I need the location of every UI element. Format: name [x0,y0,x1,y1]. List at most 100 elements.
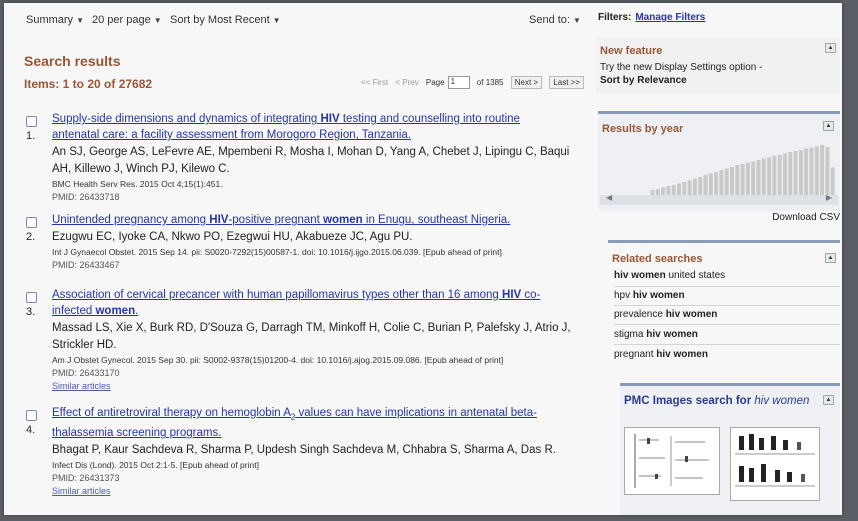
year-bar[interactable] [687,180,692,195]
pmc-image-thumbnail[interactable] [730,427,820,501]
result-pmid: PMID: 26433718 [52,192,120,202]
pubmed-page: Summary ▼ 20 per page ▼ Sort by Most Recen… [4,3,842,515]
divider [614,344,840,345]
divider [614,305,840,306]
send-to-dropdown[interactable]: Send to: ▼ [529,14,581,26]
result-pmid: PMID: 26433467 [52,260,120,270]
year-bar[interactable] [714,172,719,195]
page-label: Page [425,77,445,87]
similar-articles-link[interactable]: Similar articles [52,485,594,498]
year-bar[interactable] [735,165,740,195]
year-bar[interactable] [730,167,734,195]
year-bar[interactable] [666,186,671,195]
year-bar[interactable] [767,157,772,196]
histogram-scrollbar[interactable]: ◀ ▶ [600,193,838,205]
collapse-icon[interactable]: ▲ [825,43,836,53]
year-bar[interactable] [825,147,830,195]
year-histogram[interactable] [600,139,838,203]
year-bar[interactable] [777,155,782,195]
year-bar[interactable] [820,145,825,195]
summary-dropdown[interactable]: Summary ▼ [26,14,84,26]
result-pmid: PMID: 26433170 [52,368,120,378]
year-bar[interactable] [708,173,713,196]
year-bar[interactable] [692,178,697,196]
scroll-right-icon[interactable]: ▶ [826,193,832,202]
manage-filters-link[interactable]: Manage Filters [635,12,705,23]
result-pmid: PMID: 26431373 [52,473,120,484]
result-checkbox[interactable] [26,410,37,421]
year-bar[interactable] [756,160,761,195]
last-page-button[interactable]: Last >> [549,75,584,89]
result-authors: Bhagat P, Kaur Sachdeva R, Sharma P, Upd… [52,444,556,457]
result-checkbox[interactable] [26,217,37,228]
year-bar[interactable] [661,187,666,196]
first-page-link[interactable]: << First [361,78,388,87]
similar-articles-link[interactable]: Similar articles [52,380,594,393]
year-bar[interactable] [719,170,724,195]
result-journal: Int J Gynaecol Obstet. 2015 Sep 14. pii:… [52,247,502,257]
pagination: << First < Prev Page 1 of 1385 Next > Las… [356,75,584,89]
next-page-button[interactable]: Next > [510,75,543,89]
year-bar[interactable] [830,167,835,196]
year-bar[interactable] [772,156,777,195]
result-item: 4. Effect of antiretroviral therapy on h… [24,405,594,515]
result-title-link[interactable]: Effect of antiretroviral therapy on hemo… [52,405,594,441]
figure-thumbnail-graphic [634,434,709,488]
figure-thumbnail-graphic [735,434,815,487]
year-bar[interactable] [804,148,809,196]
year-bar[interactable] [740,164,745,195]
related-searches-title: Related searches [612,253,703,265]
related-search-link[interactable]: hiv women united states [614,270,725,281]
year-bar[interactable] [788,152,793,195]
new-feature-title: New feature [600,45,663,57]
result-number: 2. [26,231,36,243]
related-search-link[interactable]: hpv hiv women [614,290,685,301]
year-bar[interactable] [698,177,703,195]
collapse-icon[interactable]: ▲ [825,253,836,263]
year-bar[interactable] [751,161,756,196]
year-bar[interactable] [724,168,729,196]
pmc-image-thumbnail[interactable] [624,427,720,495]
result-title-link[interactable]: Association of cervical precancer with h… [52,287,594,319]
page-total: of 1385 [476,77,504,87]
related-search-link[interactable]: prevalence hiv women [614,309,717,320]
divider [614,324,840,325]
year-bar[interactable] [677,183,681,196]
portlet-header-bar [598,111,840,114]
year-bar[interactable] [745,162,750,196]
related-search-link[interactable]: pregnant hiv women [614,349,708,360]
portlet-header-bar [620,383,840,386]
year-bar[interactable] [761,158,766,196]
collapse-icon[interactable]: ▲ [823,395,834,405]
collapse-icon[interactable]: ▲ [823,121,834,131]
result-number: 4. [26,424,36,436]
sort-dropdown[interactable]: Sort by Most Recent ▼ [170,14,281,26]
result-checkbox[interactable] [26,116,37,127]
new-feature-text: Try the new Display Settings option - [600,62,763,73]
prev-page-link[interactable]: < Prev [395,78,418,87]
result-title-link[interactable]: Unintended pregnancy among HIV-positive … [52,212,594,228]
year-bar[interactable] [783,153,787,196]
pmc-images-box: PMC Images search for hiv women ▲ [620,383,840,515]
year-bar[interactable] [793,151,798,195]
result-checkbox[interactable] [26,292,37,303]
year-bar[interactable] [809,147,814,196]
pmc-images-title: PMC Images search for hiv women [624,395,810,407]
page-number-input[interactable]: 1 [447,76,470,89]
result-title-link[interactable]: Supply-side dimensions and dynamics of i… [52,111,594,143]
year-bar[interactable] [703,175,708,195]
download-csv-link[interactable]: Download CSV [772,212,840,223]
caret-down-icon: ▼ [153,16,162,25]
scroll-left-icon[interactable]: ◀ [606,193,612,202]
year-bar[interactable] [682,182,687,195]
year-bar[interactable] [814,146,819,196]
sort-by-relevance-link[interactable]: Sort by Relevance [600,75,687,86]
divider [614,286,840,287]
result-number: 1. [26,130,36,142]
new-feature-box: New feature ▲ Try the new Display Settin… [596,37,840,93]
related-search-link[interactable]: stigma hiv women [614,329,698,340]
year-bar[interactable] [798,150,803,195]
per-page-dropdown[interactable]: 20 per page ▼ [92,14,162,26]
page-title: Search results [24,53,121,69]
year-bar[interactable] [671,185,676,195]
